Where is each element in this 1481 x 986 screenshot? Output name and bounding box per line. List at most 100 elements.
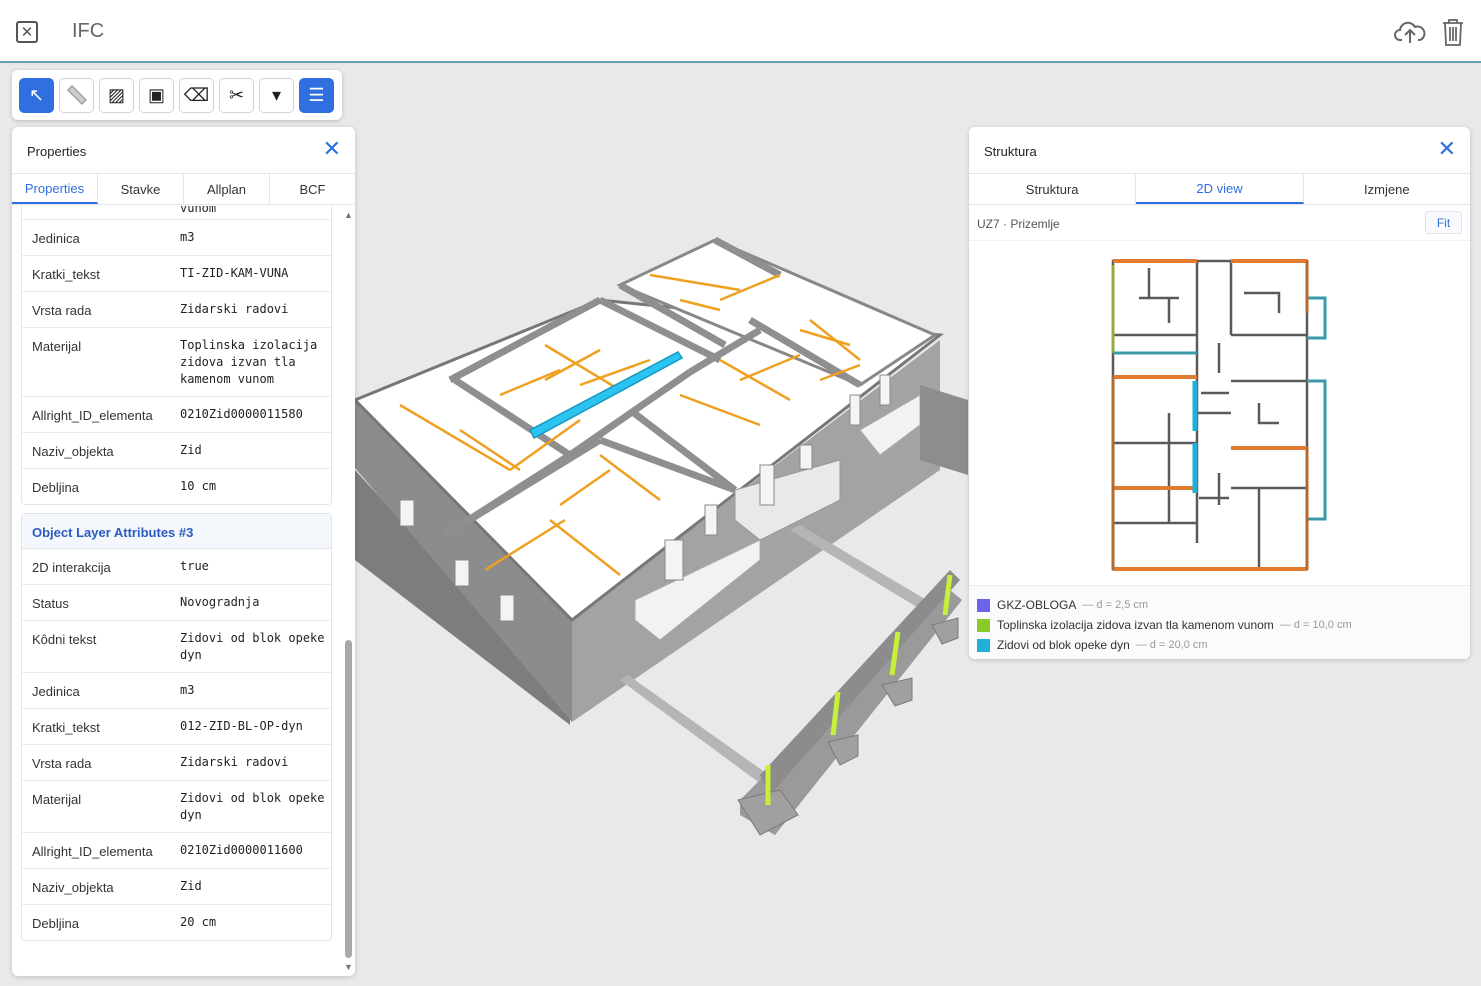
- property-value: 012-ZID-BL-OP-dyn: [180, 719, 303, 733]
- close-x-icon[interactable]: ✕: [16, 21, 38, 43]
- scrollbar[interactable]: ▲ ▼: [342, 206, 355, 976]
- property-row: Kôdni tekst Zidovi od blok opeke dyn: [22, 621, 331, 673]
- legend-swatch: [977, 638, 990, 652]
- property-key: Materijal: [32, 792, 82, 807]
- property-value: true: [180, 559, 209, 573]
- floor-plan-2d[interactable]: [969, 243, 1470, 585]
- property-value: Toplinska izolacija zidova izvan tla kam…: [180, 338, 318, 386]
- breadcrumb: UZ7 · Prizemlje: [977, 217, 1060, 231]
- measure-tool[interactable]: [59, 77, 94, 113]
- legend-item: Toplinska izolacija zidova izvan tla kam…: [969, 615, 1470, 635]
- property-key: Jedinica: [32, 231, 80, 246]
- tab-allplan[interactable]: Allplan: [184, 174, 270, 204]
- property-key: 2D interakcija: [32, 560, 111, 575]
- property-key: Allright_ID_elementa: [32, 408, 153, 423]
- properties-list[interactable]: vunom Jedinica m3 Kratki_tekst TI-ZID-KAM-V…: [12, 206, 342, 976]
- property-key: Jedinica: [32, 684, 80, 699]
- property-value: vunom: [180, 206, 217, 215]
- legend-item: Zidovi od blok opeke dyn — d = 20,0 cm: [969, 635, 1470, 655]
- legend: GKZ-OBLOGA — d = 2,5 cm Toplinska izolac…: [969, 585, 1470, 659]
- section-hatch-tool[interactable]: ▨: [99, 77, 134, 113]
- property-value: m3: [180, 683, 195, 697]
- tab-stavke[interactable]: Stavke: [98, 174, 184, 204]
- property-row: Naziv_objekta Zid: [22, 869, 331, 905]
- property-key: Vrsta rada: [32, 756, 92, 771]
- property-row: Jedinica m3: [22, 673, 331, 709]
- property-row: Materijal Toplinska izolacija zidova izva…: [22, 328, 331, 397]
- scrollbar-thumb[interactable]: [345, 640, 352, 958]
- property-value: m3: [180, 230, 195, 244]
- property-row: Vrsta rada Zidarski radovi: [22, 292, 331, 328]
- property-value: Novogradnja: [180, 595, 260, 609]
- legend-label: Zidovi od blok opeke dyn: [997, 638, 1130, 652]
- property-row: Debljina 10 cm: [22, 469, 331, 504]
- struktura-tabs: Struktura 2D view Izmjene: [969, 174, 1470, 205]
- erase-tool[interactable]: ⌫: [179, 77, 214, 113]
- properties-title: Properties: [27, 144, 87, 159]
- struktura-panel: Struktura ✕ Struktura 2D view Izmjene UZ…: [969, 127, 1470, 659]
- legend-meta: — d = 2,5 cm: [1082, 599, 1149, 611]
- group-title[interactable]: Object Layer Attributes #3: [22, 514, 331, 549]
- tab-bcf[interactable]: BCF: [270, 174, 355, 204]
- legend-meta: — d = 20,0 cm: [1135, 639, 1208, 651]
- more-dropdown[interactable]: ▾: [259, 77, 294, 113]
- property-key: Allright_ID_elementa: [32, 844, 153, 859]
- property-key: Debljina: [32, 916, 79, 931]
- property-key: Kratki_tekst: [32, 720, 100, 735]
- tab-2d-view[interactable]: 2D view: [1136, 174, 1304, 204]
- property-key: Kratki_tekst: [32, 267, 100, 282]
- legend-item: GKZ-OBLOGA — d = 2,5 cm: [969, 595, 1470, 615]
- legend-label: GKZ-OBLOGA: [997, 598, 1077, 612]
- property-row: Kratki_tekst TI-ZID-KAM-VUNA: [22, 256, 331, 292]
- close-icon[interactable]: ✕: [1438, 138, 1456, 160]
- property-value: 10 cm: [180, 479, 217, 493]
- property-row: Allright_ID_elementa 0210Zid0000011600: [22, 833, 331, 869]
- property-group: Object Layer Attributes #3 2D interakcij…: [21, 513, 332, 941]
- property-value: Zid: [180, 443, 202, 457]
- struktura-title: Struktura: [984, 144, 1037, 159]
- property-value: Zidarski radovi: [180, 755, 289, 769]
- property-row: Kratki_tekst 012-ZID-BL-OP-dyn: [22, 709, 331, 745]
- property-key: Debljina: [32, 480, 79, 495]
- property-group: vunom Jedinica m3 Kratki_tekst TI-ZID-KAM-V…: [21, 206, 332, 505]
- trash-icon[interactable]: [1441, 18, 1465, 46]
- property-value: 0210Zid0000011600: [180, 843, 303, 857]
- property-row: Jedinica m3: [22, 220, 331, 256]
- property-row: Debljina 20 cm: [22, 905, 331, 940]
- tab-struktura[interactable]: Struktura: [969, 174, 1137, 204]
- isolate-tool[interactable]: ▣: [139, 77, 174, 113]
- property-value: Zidarski radovi: [180, 302, 289, 316]
- property-row: 2D interakcija true: [22, 549, 331, 585]
- ruler-icon: [66, 85, 87, 105]
- property-key: Kôdni tekst: [32, 632, 97, 647]
- tab-izmjene[interactable]: Izmjene: [1304, 174, 1470, 204]
- property-row: Status Novogradnja: [22, 585, 331, 621]
- legend-swatch: [977, 618, 990, 632]
- select-tool[interactable]: ↖: [19, 77, 54, 113]
- legend-label: Toplinska izolacija zidova izvan tla kam…: [997, 618, 1274, 632]
- property-key: Vrsta rada: [32, 303, 92, 318]
- scroll-up-icon[interactable]: ▲: [344, 210, 353, 220]
- properties-panel: Properties ✕ Properties Stavke Allplan B…: [12, 127, 355, 976]
- fit-button[interactable]: Fit: [1425, 211, 1462, 234]
- cloud-upload-icon[interactable]: [1394, 18, 1426, 46]
- property-value: Zid: [180, 879, 202, 893]
- top-bar: ✕ IFC: [0, 0, 1481, 63]
- property-value: 20 cm: [180, 915, 217, 929]
- property-row: Allright_ID_elementa 0210Zid0000011580: [22, 397, 331, 433]
- cut-tool[interactable]: ✂: [219, 77, 254, 113]
- menu-tool[interactable]: ☰: [299, 77, 334, 113]
- tab-properties[interactable]: Properties: [12, 174, 98, 204]
- scroll-down-icon[interactable]: ▼: [344, 962, 353, 972]
- property-row: Materijal Zidovi od blok opeke dyn: [22, 781, 331, 833]
- property-value: Zidovi od blok opeke dyn: [180, 791, 325, 822]
- close-icon[interactable]: ✕: [323, 138, 341, 160]
- property-value: 0210Zid0000011580: [180, 407, 303, 421]
- property-key: Naziv_objekta: [32, 444, 114, 459]
- properties-tabs: Properties Stavke Allplan BCF: [12, 174, 355, 205]
- property-value: TI-ZID-KAM-VUNA: [180, 266, 289, 280]
- legend-swatch: [977, 598, 990, 612]
- property-key: Status: [32, 596, 69, 611]
- legend-meta: — d = 10,0 cm: [1279, 619, 1352, 631]
- property-key: Materijal: [32, 339, 82, 354]
